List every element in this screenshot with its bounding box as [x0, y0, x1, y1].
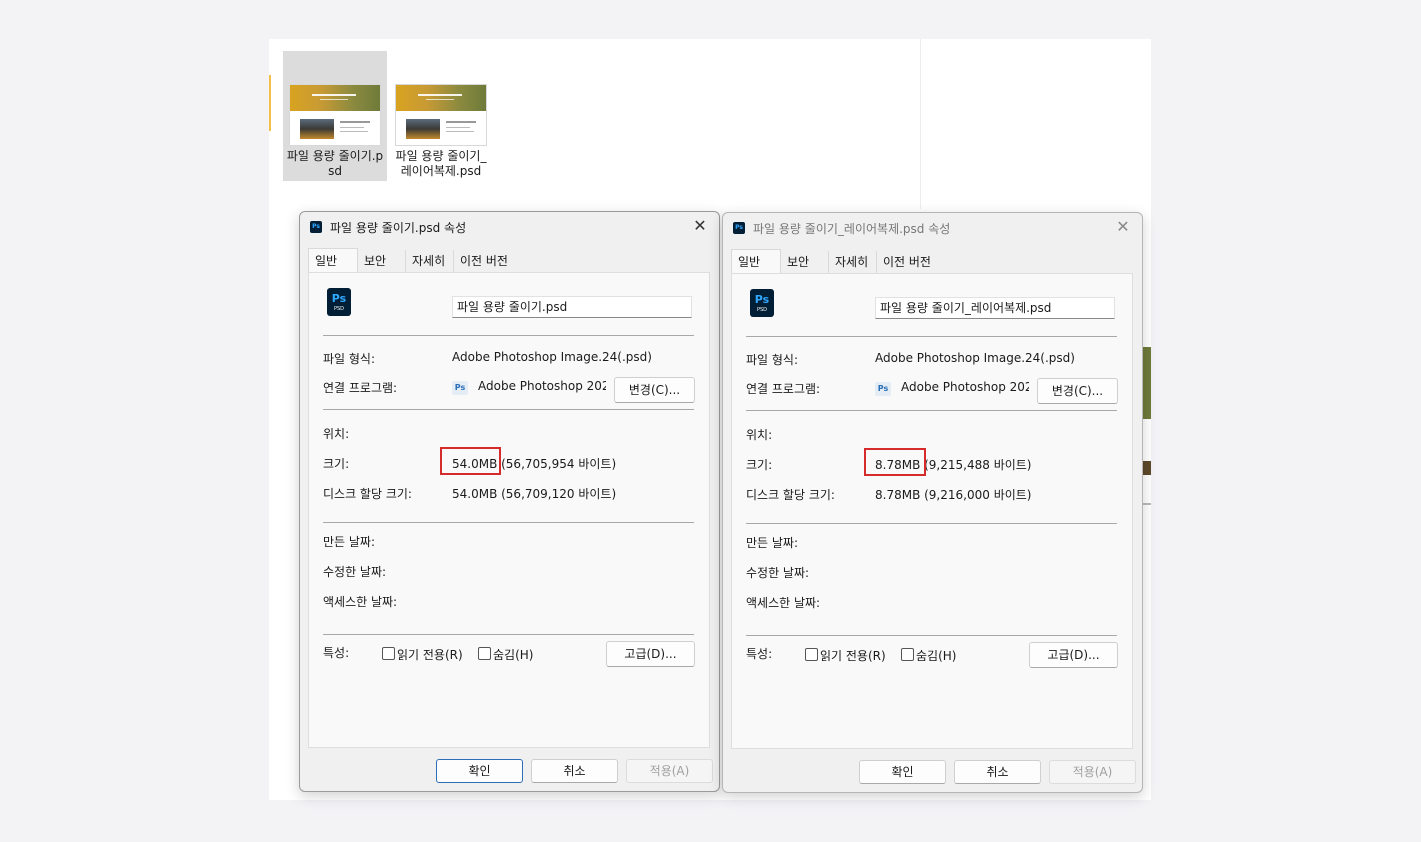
size-on-disk-value: 54.0MB (56,709,120 바이트) [452, 487, 617, 501]
change-button[interactable]: 변경(C)... [614, 377, 695, 403]
tab-details[interactable]: 자세히 [406, 250, 454, 272]
background-image [1142, 461, 1151, 475]
opens-with-value: Adobe Photoshop 2023 [901, 380, 1029, 394]
file-name: 파일 용량 줄이기_레이어복제.psd [395, 149, 487, 178]
close-icon[interactable]: ✕ [691, 217, 709, 235]
readonly-label: 읽기 전용(R) [397, 648, 463, 662]
file-type-label: 파일 형식: [323, 352, 376, 366]
cancel-button[interactable]: 취소 [954, 760, 1041, 784]
divider [746, 523, 1117, 524]
modified-label: 수정한 날짜: [746, 566, 810, 580]
file-tile[interactable]: 파일 용량 줄이기.psd [283, 51, 387, 181]
nav-pane-edge [269, 75, 271, 131]
divider [323, 522, 694, 523]
modified-label: 수정한 날짜: [323, 565, 387, 579]
file-name: 파일 용량 줄이기.psd [286, 149, 384, 178]
location-label: 위치: [746, 428, 773, 442]
divider [323, 335, 694, 336]
file-type-value: Adobe Photoshop Image.24(.psd) [875, 351, 1075, 365]
readonly-label: 읽기 전용(R) [820, 649, 886, 663]
file-type-label: 파일 형식: [746, 353, 799, 367]
size-on-disk-label: 디스크 할당 크기: [746, 488, 835, 502]
tab-security[interactable]: 보안 [358, 250, 406, 272]
attributes-label: 특성: [323, 646, 350, 660]
hidden-label: 숨김(H) [493, 648, 534, 662]
hidden-checkbox[interactable] [901, 648, 914, 661]
hidden-checkbox[interactable] [478, 647, 491, 660]
opens-with-label: 연결 프로그램: [746, 382, 821, 396]
psd-thumbnail [395, 84, 487, 146]
psd-thumbnail [289, 84, 381, 146]
divider [746, 635, 1117, 636]
divider [323, 634, 694, 635]
general-panel: Ps PSD 파일 용량 줄이기.psd 파일 형식: Adobe Photos… [308, 272, 710, 748]
properties-dialog: Ps 파일 용량 줄이기.psd 속성 ✕ 일반 보안 자세히 이전 버전 Ps… [299, 211, 720, 792]
close-icon[interactable]: ✕ [1114, 218, 1132, 236]
readonly-checkbox[interactable] [805, 648, 818, 661]
apply-button[interactable]: 적용(A) [626, 759, 713, 783]
photoshop-icon: Ps [875, 382, 891, 396]
apply-button[interactable]: 적용(A) [1049, 760, 1136, 784]
filename-field[interactable]: 파일 용량 줄이기.psd [452, 296, 692, 318]
advanced-button[interactable]: 고급(D)... [1029, 642, 1118, 668]
change-button[interactable]: 변경(C)... [1037, 378, 1118, 404]
properties-dialog: Ps 파일 용량 줄이기_레이어복제.psd 속성 ✕ 일반 보안 자세히 이전… [722, 212, 1143, 793]
tab-previous-versions[interactable]: 이전 버전 [877, 251, 941, 273]
opens-with-label: 연결 프로그램: [323, 381, 398, 395]
size-value: 54.0MB (56,705,954 바이트) [452, 457, 617, 471]
dialog-titlebar[interactable]: Ps 파일 용량 줄이기_레이어복제.psd 속성 ✕ [723, 213, 1142, 243]
divider [746, 410, 1117, 411]
cancel-button[interactable]: 취소 [531, 759, 618, 783]
size-on-disk-label: 디스크 할당 크기: [323, 487, 412, 501]
dialog-title: 파일 용량 줄이기_레이어복제.psd 속성 [753, 222, 951, 236]
advanced-button[interactable]: 고급(D)... [606, 641, 695, 667]
readonly-checkbox[interactable] [382, 647, 395, 660]
ok-button[interactable]: 확인 [436, 759, 523, 783]
background-image [1142, 347, 1151, 419]
file-type-value: Adobe Photoshop Image.24(.psd) [452, 350, 652, 364]
divider [323, 409, 694, 410]
tab-security[interactable]: 보안 [781, 251, 829, 273]
general-panel: Ps PSD 파일 용량 줄이기_레이어복제.psd 파일 형식: Adobe … [731, 273, 1133, 749]
photoshop-icon: Ps [452, 381, 468, 395]
created-label: 만든 날짜: [746, 536, 799, 550]
tab-general[interactable]: 일반 [308, 248, 358, 272]
photoshop-icon: Ps [310, 221, 322, 233]
accessed-label: 액세스한 날짜: [746, 596, 821, 610]
psd-file-icon: Ps PSD [327, 288, 351, 316]
pane-divider [920, 39, 921, 209]
filename-field[interactable]: 파일 용량 줄이기_레이어복제.psd [875, 297, 1115, 319]
accessed-label: 액세스한 날짜: [323, 595, 398, 609]
psd-file-icon: Ps PSD [750, 289, 774, 317]
hidden-label: 숨김(H) [916, 649, 957, 663]
file-tile[interactable]: 파일 용량 줄이기_레이어복제.psd [389, 51, 493, 181]
created-label: 만든 날짜: [323, 535, 376, 549]
tab-previous-versions[interactable]: 이전 버전 [454, 250, 518, 272]
tab-general[interactable]: 일반 [731, 249, 781, 273]
background-image [1142, 503, 1151, 505]
size-label: 크기: [323, 457, 350, 471]
photoshop-icon: Ps [733, 222, 745, 234]
ok-button[interactable]: 확인 [859, 760, 946, 784]
attributes-label: 특성: [746, 647, 773, 661]
size-label: 크기: [746, 458, 773, 472]
location-label: 위치: [323, 427, 350, 441]
opens-with-value: Adobe Photoshop 2023 [478, 379, 606, 393]
tab-details[interactable]: 자세히 [829, 251, 877, 273]
dialog-titlebar[interactable]: Ps 파일 용량 줄이기.psd 속성 ✕ [300, 212, 719, 242]
size-on-disk-value: 8.78MB (9,216,000 바이트) [875, 488, 1032, 502]
divider [746, 336, 1117, 337]
size-value: 8.78MB (9,215,488 바이트) [875, 458, 1032, 472]
dialog-title: 파일 용량 줄이기.psd 속성 [330, 221, 467, 235]
